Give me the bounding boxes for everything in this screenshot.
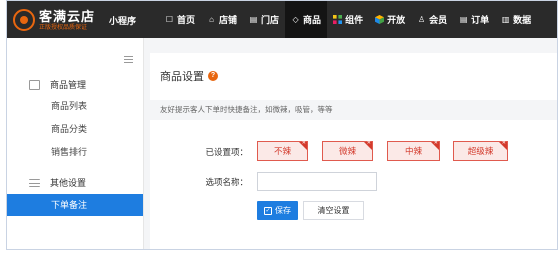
nav-item-orders[interactable]: ▤ 订单	[453, 1, 495, 38]
option-tag[interactable]: 不辣 ✕	[257, 141, 308, 161]
nav-item-stores[interactable]: ▤ 门店	[243, 1, 285, 38]
sliders-icon	[29, 178, 40, 187]
option-tag[interactable]: 微辣 ✕	[322, 141, 373, 161]
nav-item-products[interactable]: ◇ 商品	[285, 1, 328, 38]
set-options-label: 已设置项：	[205, 147, 248, 157]
sidebar-item-product-category[interactable]: 商品分类	[7, 118, 143, 140]
logo-title: 客满云店	[39, 8, 96, 24]
clear-settings-button[interactable]: 清空设置	[303, 201, 364, 220]
cube-icon	[375, 15, 385, 24]
list-icon: ▤	[459, 15, 468, 24]
logo-icon	[13, 9, 35, 31]
nav-item-open[interactable]: 开放	[369, 1, 411, 38]
nav-item-home[interactable]: ☐ 首页	[159, 1, 201, 38]
option-name-label: 选项名称：	[205, 177, 248, 187]
save-button[interactable]: ✓ 保存	[257, 201, 298, 220]
nav-item-components[interactable]: 组件	[327, 1, 369, 38]
chat-icon: ☐	[165, 15, 174, 24]
sidebar-group-product-management[interactable]: 商品管理	[29, 78, 86, 91]
sidebar-item-product-list[interactable]: 商品列表	[7, 95, 143, 117]
app-window: 客满云店 正版授权品质保证 小程序 ☐ 首页 ⌂ 店铺 ▤ 门店 ◇ 商品 组件…	[6, 0, 558, 250]
nav-item-members[interactable]: ♙ 会员	[411, 1, 453, 38]
option-tag[interactable]: 中辣 ✕	[387, 141, 440, 161]
mini-program-label[interactable]: 小程序	[109, 14, 136, 27]
sidebar-group-other-settings[interactable]: 其他设置	[29, 176, 86, 189]
grid-icon	[333, 15, 343, 24]
page-title: 商品设置	[160, 71, 204, 83]
tag-icon: ◇	[292, 15, 299, 24]
hint-text: 友好提示客人下单时快捷备注，如微辣，吸管，等等	[150, 100, 557, 120]
logo-subtitle: 正版授权品质保证	[39, 24, 88, 31]
sidebar-item-order-notes[interactable]: 下单备注	[7, 194, 143, 216]
option-tag[interactable]: 超级辣 ✕	[453, 141, 508, 161]
remove-tag-icon[interactable]: ✕	[299, 141, 307, 150]
user-icon: ♙	[418, 15, 426, 24]
logo[interactable]: 客满云店 正版授权品质保证	[13, 8, 95, 32]
remove-tag-icon[interactable]: ✕	[499, 141, 507, 150]
chart-icon: ▥	[501, 15, 510, 24]
home-icon: ⌂	[209, 15, 214, 24]
main-panel: 商品设置 ? 友好提示客人下单时快捷备注，如微辣，吸管，等等 已设置项： 不辣 …	[150, 53, 557, 249]
sidebar: 商品管理 商品列表 商品分类 销售排行 其他设置 下单备注	[7, 38, 144, 249]
sidebar-item-sales-ranking[interactable]: 销售排行	[7, 141, 143, 163]
check-icon: ✓	[264, 206, 272, 215]
menu-collapse-icon[interactable]	[124, 56, 133, 63]
option-name-input[interactable]	[257, 172, 377, 191]
nav-item-shop[interactable]: ⌂ 店铺	[201, 1, 243, 38]
nav-item-data[interactable]: ▥ 数据	[495, 1, 537, 38]
remove-tag-icon[interactable]: ✕	[364, 141, 372, 150]
remove-tag-icon[interactable]: ✕	[431, 141, 439, 150]
help-icon[interactable]: ?	[208, 71, 218, 81]
top-navbar: 客满云店 正版授权品质保证 小程序 ☐ 首页 ⌂ 店铺 ▤ 门店 ◇ 商品 组件…	[7, 1, 557, 38]
main-nav: ☐ 首页 ⌂ 店铺 ▤ 门店 ◇ 商品 组件 开放 ♙ 会员 ▤ 订单 ▥ 数据	[159, 1, 537, 38]
store-icon: ▤	[249, 15, 258, 24]
box-icon	[29, 79, 40, 90]
